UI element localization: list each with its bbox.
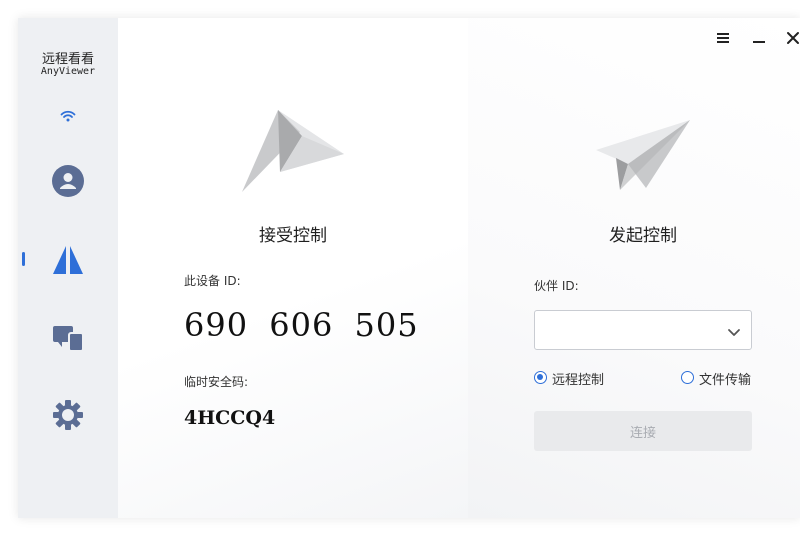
- initiate-control-title: 发起控制: [609, 226, 677, 246]
- app-window: 远程看看 AnyViewer 接受控制 此设备 ID: 690 606 505 …: [18, 18, 800, 518]
- device-id-value: 690 606 505: [184, 306, 419, 344]
- radio-remote-control[interactable]: 远程控制: [534, 369, 624, 388]
- menu-button[interactable]: [709, 26, 737, 50]
- main-area: 接受控制 此设备 ID: 690 606 505 临时安全码: 4HCCQ4 发…: [118, 18, 800, 518]
- accept-control-title: 接受控制: [259, 226, 327, 246]
- wifi-icon: [60, 108, 76, 122]
- temp-code-value: 4HCCQ4: [184, 407, 276, 429]
- paper-plane-receive-illustration: [240, 106, 346, 198]
- device-id-label: 此设备 ID:: [184, 274, 241, 288]
- temp-code-label: 临时安全码:: [184, 375, 249, 389]
- app-name-cn: 远程看看: [41, 52, 94, 67]
- sidebar-item-devices[interactable]: [18, 314, 118, 362]
- partner-id-input[interactable]: [535, 311, 705, 349]
- minimize-button[interactable]: [745, 26, 773, 50]
- connect-button[interactable]: 连接: [534, 411, 752, 451]
- radio-checked-icon: [534, 371, 547, 384]
- chevron-down-icon[interactable]: [727, 324, 741, 338]
- close-button[interactable]: [779, 26, 800, 50]
- sidebar: 远程看看 AnyViewer: [18, 18, 118, 518]
- radio-file-transfer-label: 文件传输: [699, 373, 752, 388]
- partner-id-label: 伙伴 ID:: [534, 279, 579, 293]
- accept-control-panel: [118, 18, 468, 518]
- radio-file-transfer[interactable]: 文件传输: [681, 369, 771, 388]
- sidebar-item-account[interactable]: [18, 157, 118, 205]
- partner-id-combobox[interactable]: [534, 310, 752, 350]
- paper-plane-send-illustration: [594, 118, 694, 196]
- sidebar-item-remote-control[interactable]: [18, 236, 118, 284]
- sidebar-item-settings[interactable]: [18, 391, 118, 439]
- app-name-en: AnyViewer: [40, 66, 96, 77]
- radio-unchecked-icon: [681, 371, 694, 384]
- active-indicator: [22, 252, 25, 266]
- radio-remote-control-label: 远程控制: [552, 373, 605, 388]
